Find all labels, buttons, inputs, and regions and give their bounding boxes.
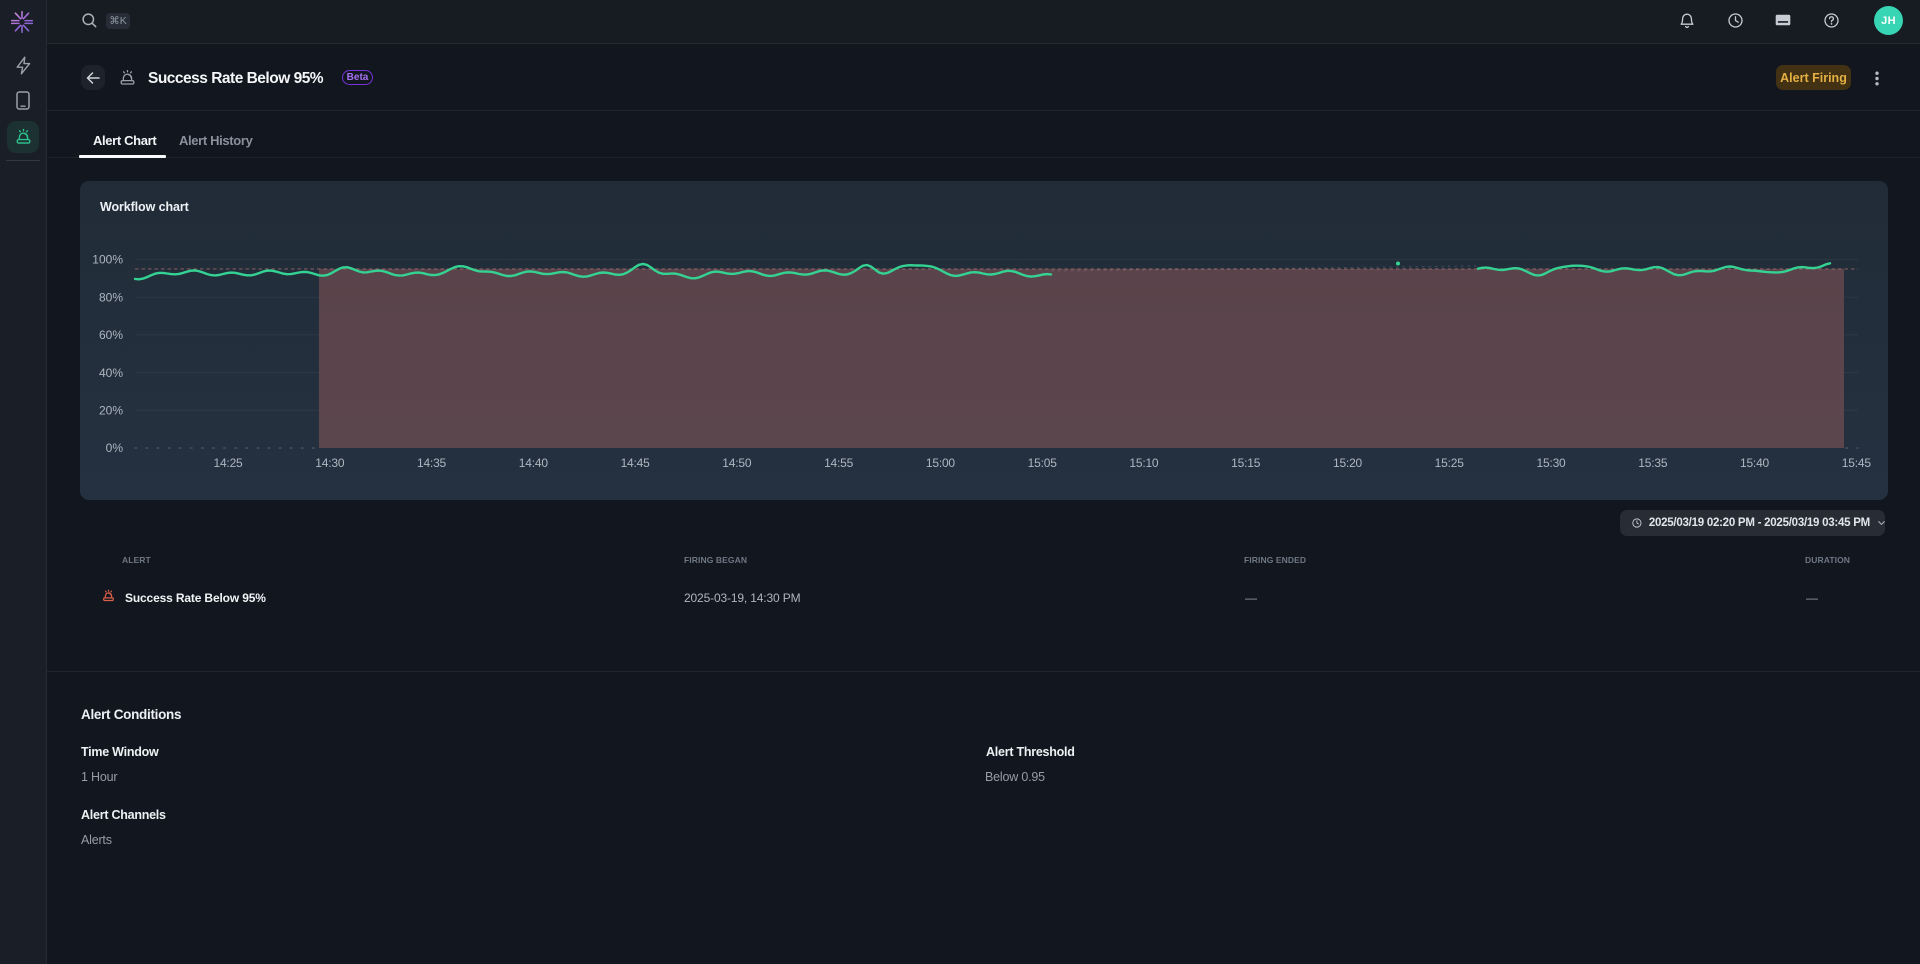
svg-text:14:55: 14:55	[824, 456, 854, 470]
svg-text:15:15: 15:15	[1231, 456, 1261, 470]
svg-text:14:45: 14:45	[621, 456, 651, 470]
svg-text:40%: 40%	[99, 366, 123, 380]
svg-text:15:45: 15:45	[1842, 456, 1872, 470]
svg-text:15:40: 15:40	[1740, 456, 1770, 470]
svg-text:15:05: 15:05	[1028, 456, 1058, 470]
svg-text:14:50: 14:50	[722, 456, 752, 470]
svg-text:15:35: 15:35	[1638, 456, 1668, 470]
svg-text:0%: 0%	[106, 441, 124, 455]
svg-text:15:20: 15:20	[1333, 456, 1363, 470]
svg-text:14:40: 14:40	[519, 456, 549, 470]
svg-text:15:25: 15:25	[1435, 456, 1465, 470]
svg-text:14:30: 14:30	[315, 456, 345, 470]
svg-text:80%: 80%	[99, 290, 123, 304]
svg-text:14:25: 14:25	[213, 456, 243, 470]
svg-text:15:30: 15:30	[1536, 456, 1566, 470]
svg-text:15:10: 15:10	[1129, 456, 1159, 470]
svg-text:20%: 20%	[99, 404, 123, 418]
svg-text:14:35: 14:35	[417, 456, 447, 470]
svg-text:100%: 100%	[92, 253, 123, 267]
svg-text:15:00: 15:00	[926, 456, 956, 470]
svg-text:60%: 60%	[99, 328, 123, 342]
